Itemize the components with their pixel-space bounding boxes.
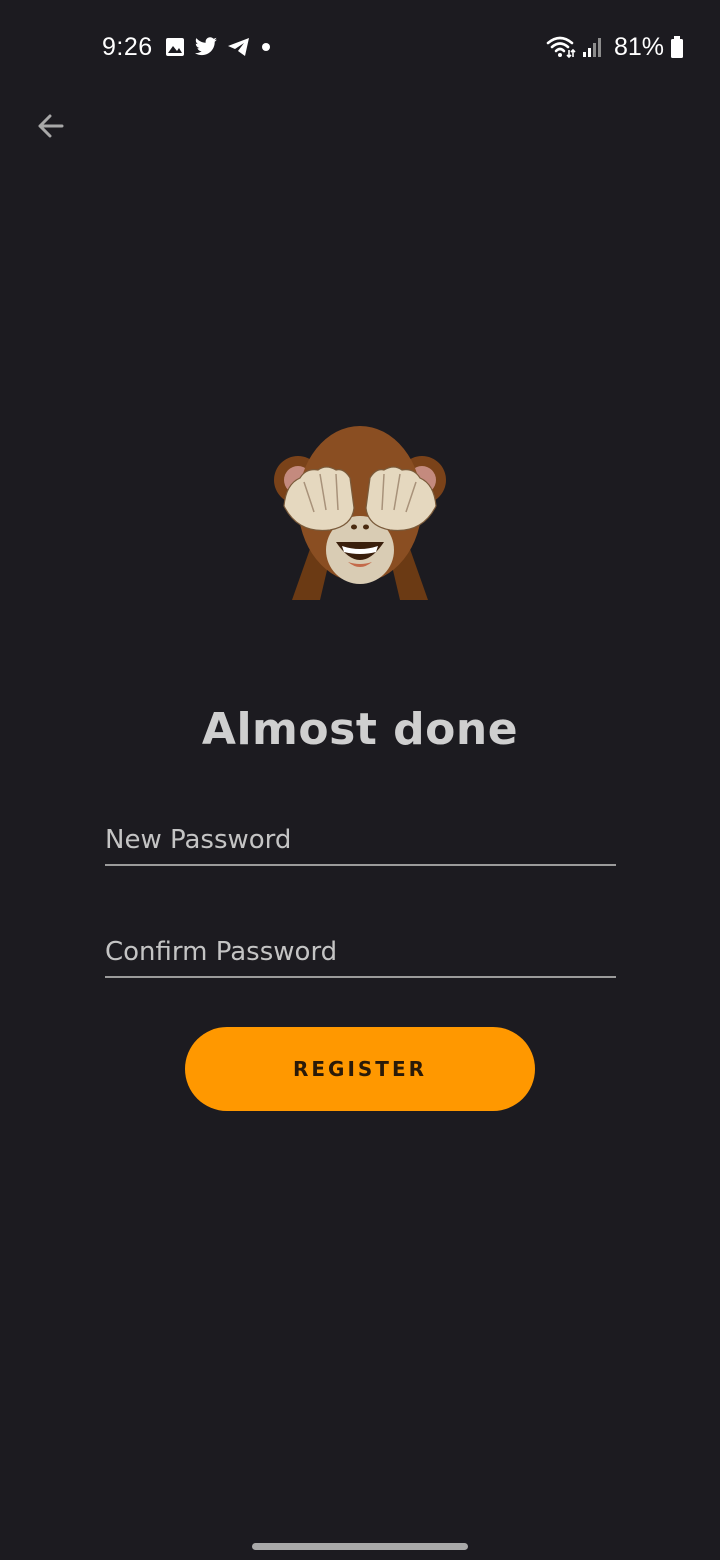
image-icon [165, 38, 184, 56]
register-screen: 9:26 81% Almost done REGISTER [0, 0, 720, 1560]
signal-icon [582, 38, 601, 57]
new-password-field-wrapper [105, 806, 616, 866]
status-time: 9:26 [102, 32, 153, 61]
status-left: 9:26 [102, 32, 272, 62]
register-button[interactable]: REGISTER [185, 1027, 535, 1111]
confirm-password-input[interactable] [105, 918, 616, 976]
page-title: Almost done [201, 704, 519, 755]
telegram-icon [227, 38, 249, 56]
status-right: 81% [546, 32, 684, 62]
dot-icon [261, 43, 270, 51]
see-no-evil-monkey-icon [274, 426, 446, 600]
back-button[interactable] [28, 104, 72, 148]
twitter-icon [194, 37, 217, 56]
home-indicator[interactable] [252, 1543, 468, 1550]
confirm-password-field-wrapper [105, 918, 616, 978]
wifi-icon [546, 36, 576, 59]
status-bar: 9:26 81% [0, 0, 720, 94]
arrow-left-icon [38, 114, 64, 138]
battery-percent: 81% [613, 32, 664, 61]
notification-icons [165, 37, 272, 57]
new-password-input[interactable] [105, 806, 616, 864]
battery-icon [671, 36, 683, 58]
